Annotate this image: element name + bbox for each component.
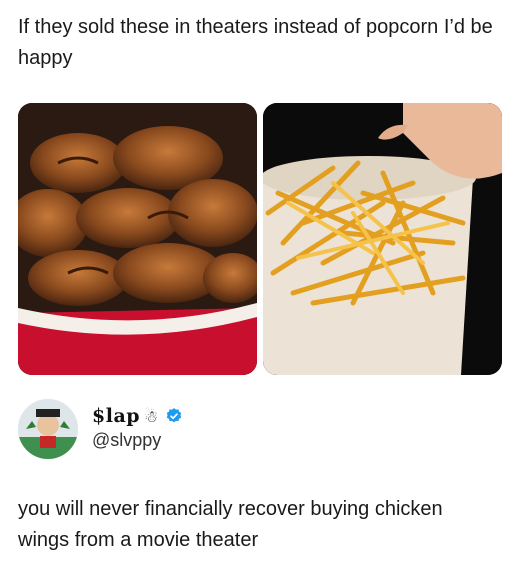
post-media[interactable] — [18, 103, 502, 375]
chicken-wings-image[interactable] — [18, 103, 257, 375]
avatar-icon — [18, 399, 78, 459]
verified-badge-icon — [166, 408, 182, 423]
display-name-text: $lap — [92, 405, 141, 427]
french-fries-illustration — [263, 103, 502, 375]
snowman-icon: ☃ — [144, 406, 159, 426]
reply-text: you will never financially recover buyin… — [18, 498, 443, 551]
author-handle[interactable]: @slvppy — [92, 430, 161, 451]
french-fries-image[interactable] — [263, 103, 502, 375]
post-text: If they sold these in theaters instead o… — [18, 16, 493, 69]
avatar[interactable] — [18, 399, 78, 459]
author-row[interactable]: $lap ☃ @slvppy — [18, 397, 498, 465]
display-name[interactable]: $lap ☃ — [92, 405, 183, 427]
chicken-wings-illustration — [18, 103, 257, 375]
